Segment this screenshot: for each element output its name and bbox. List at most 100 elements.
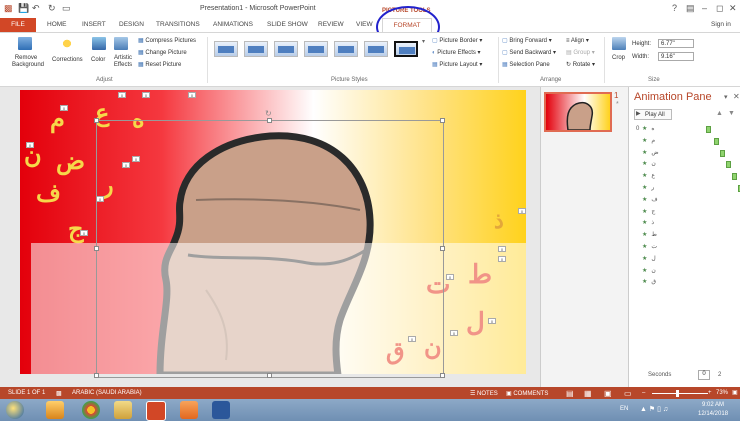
picture-style-2[interactable] bbox=[244, 41, 268, 57]
styles-more-icon[interactable]: ▾ bbox=[422, 39, 425, 46]
animation-tag[interactable]: 0 bbox=[142, 92, 150, 98]
letter-dhal[interactable]: ذ bbox=[494, 208, 504, 234]
close-pane-icon[interactable]: ✕ bbox=[733, 92, 740, 101]
animation-list-item[interactable]: ★ ج bbox=[636, 208, 655, 218]
undo-icon[interactable]: ↶ bbox=[32, 3, 40, 14]
picture-style-1[interactable] bbox=[214, 41, 238, 57]
picture-style-4[interactable] bbox=[304, 41, 328, 57]
powerpoint-taskbar-icon[interactable] bbox=[146, 401, 166, 421]
animation-list-item[interactable]: ★ ل bbox=[636, 255, 656, 265]
timeline-bar[interactable] bbox=[706, 126, 711, 133]
resize-handle[interactable] bbox=[267, 373, 272, 378]
animation-tag[interactable]: 0 bbox=[118, 92, 126, 98]
resize-handle[interactable] bbox=[440, 373, 445, 378]
tab-review[interactable]: REVIEW bbox=[318, 21, 344, 28]
pane-options-icon[interactable]: ▾ bbox=[724, 93, 728, 101]
tab-transitions[interactable]: TRANSITIONS bbox=[156, 21, 200, 28]
change-picture-button[interactable]: ▦ Change Picture bbox=[138, 50, 187, 57]
width-input[interactable]: 9.16" bbox=[658, 52, 694, 61]
compress-pictures-button[interactable]: ▦ Compress Pictures bbox=[138, 38, 196, 45]
redo-icon[interactable]: ↻ bbox=[48, 3, 56, 14]
height-input[interactable]: 6.77" bbox=[658, 39, 694, 48]
tray-icons[interactable]: ▲ ⚑ ▯ ♫ bbox=[640, 405, 668, 413]
letter-fa[interactable]: ف bbox=[36, 178, 61, 207]
timeline-bar[interactable] bbox=[714, 137, 719, 145]
tab-insert[interactable]: INSERT bbox=[82, 21, 106, 28]
media-player-icon[interactable] bbox=[180, 401, 198, 419]
rotate-handle-icon[interactable]: ↻ bbox=[265, 109, 272, 118]
crop-button[interactable]: Crop bbox=[612, 55, 625, 62]
rotate-button[interactable]: ↻ Rotate ▾ bbox=[566, 62, 595, 69]
help-button[interactable]: ? bbox=[672, 3, 677, 13]
animation-list-item[interactable]: ★ ق bbox=[636, 278, 656, 288]
reset-picture-button[interactable]: ▦ Reset Picture bbox=[138, 62, 181, 69]
animation-list-item[interactable]: ★ ت bbox=[636, 243, 657, 253]
spelling-icon[interactable]: ▩ bbox=[56, 390, 62, 397]
move-down-icon[interactable]: ▼ bbox=[728, 110, 735, 117]
tab-view[interactable]: VIEW bbox=[356, 21, 373, 28]
save-icon[interactable]: 💾 bbox=[18, 3, 29, 14]
animation-list-item[interactable]: ★ م bbox=[636, 137, 655, 147]
tab-slide-show[interactable]: SLIDE SHOW bbox=[267, 21, 308, 28]
sign-in-link[interactable]: Sign in bbox=[711, 21, 731, 28]
zoom-in-icon[interactable]: + bbox=[708, 390, 712, 396]
tab-animations[interactable]: ANIMATIONS bbox=[213, 21, 253, 28]
animation-list-item[interactable]: ★ ر bbox=[636, 184, 654, 194]
start-button-icon[interactable] bbox=[6, 401, 24, 419]
zoom-slider[interactable] bbox=[652, 393, 708, 394]
clock-date[interactable]: 12/14/2018 bbox=[698, 411, 728, 417]
animation-list-item[interactable]: ★ ن bbox=[636, 267, 656, 277]
language-indicator[interactable]: ARABIC (SAUDI ARABIA) bbox=[72, 390, 142, 396]
slide-sorter-icon[interactable]: ▦ bbox=[584, 389, 592, 398]
slide-thumbnail-1[interactable] bbox=[544, 92, 612, 132]
move-up-icon[interactable]: ▲ bbox=[716, 110, 723, 117]
timeline-bar[interactable] bbox=[720, 149, 725, 157]
timeline-start[interactable]: 0 bbox=[698, 370, 710, 380]
animation-tag[interactable]: 0 bbox=[518, 208, 526, 214]
language-tray[interactable]: EN bbox=[620, 406, 628, 412]
resize-handle[interactable] bbox=[440, 118, 445, 123]
word-taskbar-icon[interactable] bbox=[212, 401, 230, 419]
clock-time[interactable]: 9:02 AM bbox=[702, 402, 724, 408]
timeline-bar[interactable] bbox=[732, 173, 737, 181]
chrome-icon[interactable] bbox=[82, 401, 100, 419]
corrections-button[interactable]: Corrections bbox=[52, 57, 83, 64]
close-button[interactable]: ✕ bbox=[729, 3, 737, 14]
zoom-level[interactable]: 73% bbox=[716, 390, 728, 396]
animation-list-item[interactable]: ★ ن bbox=[636, 160, 656, 170]
picture-style-5[interactable] bbox=[334, 41, 358, 57]
remove-background-button[interactable]: Remove Background bbox=[12, 55, 44, 69]
send-backward-button[interactable]: ▢ Send Backward ▾ bbox=[502, 50, 556, 57]
picture-effects-button[interactable]: ◐ Picture Effects ▾ bbox=[432, 50, 481, 57]
animation-list-item[interactable]: ★ ض bbox=[636, 149, 659, 159]
animation-list-item[interactable]: ★ ذ bbox=[636, 219, 654, 229]
timeline-bar[interactable] bbox=[726, 161, 731, 169]
picture-selection-box[interactable]: ↻ bbox=[94, 109, 445, 378]
zoom-out-icon[interactable]: – bbox=[642, 390, 645, 396]
picture-style-3[interactable] bbox=[274, 41, 298, 57]
ribbon-display-icon[interactable]: ▤ bbox=[686, 3, 695, 14]
bring-forward-button[interactable]: ▢ Bring Forward ▾ bbox=[502, 38, 552, 45]
picture-style-6[interactable] bbox=[364, 41, 388, 57]
animation-tag[interactable]: 0 bbox=[60, 105, 68, 111]
start-from-beginning-icon[interactable]: ▭ bbox=[62, 3, 71, 14]
group-button[interactable]: ▤ Group ▾ bbox=[566, 50, 595, 57]
tab-design[interactable]: DESIGN bbox=[119, 21, 144, 28]
animation-list-item[interactable]: ★ ف bbox=[636, 196, 658, 206]
picture-layout-button[interactable]: ▦ Picture Layout ▾ bbox=[432, 62, 482, 69]
animation-list-item[interactable]: ★ ط bbox=[636, 231, 657, 241]
artistic-effects-button[interactable]: Artistic Effects bbox=[112, 55, 134, 69]
align-button[interactable]: ≡ Align ▾ bbox=[566, 38, 589, 45]
selection-pane-button[interactable]: ▦ Selection Pane bbox=[502, 62, 550, 69]
restore-button[interactable]: ◻ bbox=[716, 3, 723, 14]
animation-list-item[interactable]: 0 ★ ه bbox=[636, 125, 655, 135]
animation-tag[interactable]: 0 bbox=[26, 142, 34, 148]
slide-show-icon[interactable]: ▭ bbox=[624, 389, 632, 398]
tab-home[interactable]: HOME bbox=[47, 21, 67, 28]
color-button[interactable]: Color bbox=[91, 57, 105, 64]
fit-slide-icon[interactable]: ▣ bbox=[732, 389, 738, 396]
resize-handle[interactable] bbox=[267, 118, 272, 123]
minimize-button[interactable]: – bbox=[702, 3, 707, 13]
resize-handle[interactable] bbox=[94, 246, 99, 251]
reading-view-icon[interactable]: ▣ bbox=[604, 389, 612, 398]
